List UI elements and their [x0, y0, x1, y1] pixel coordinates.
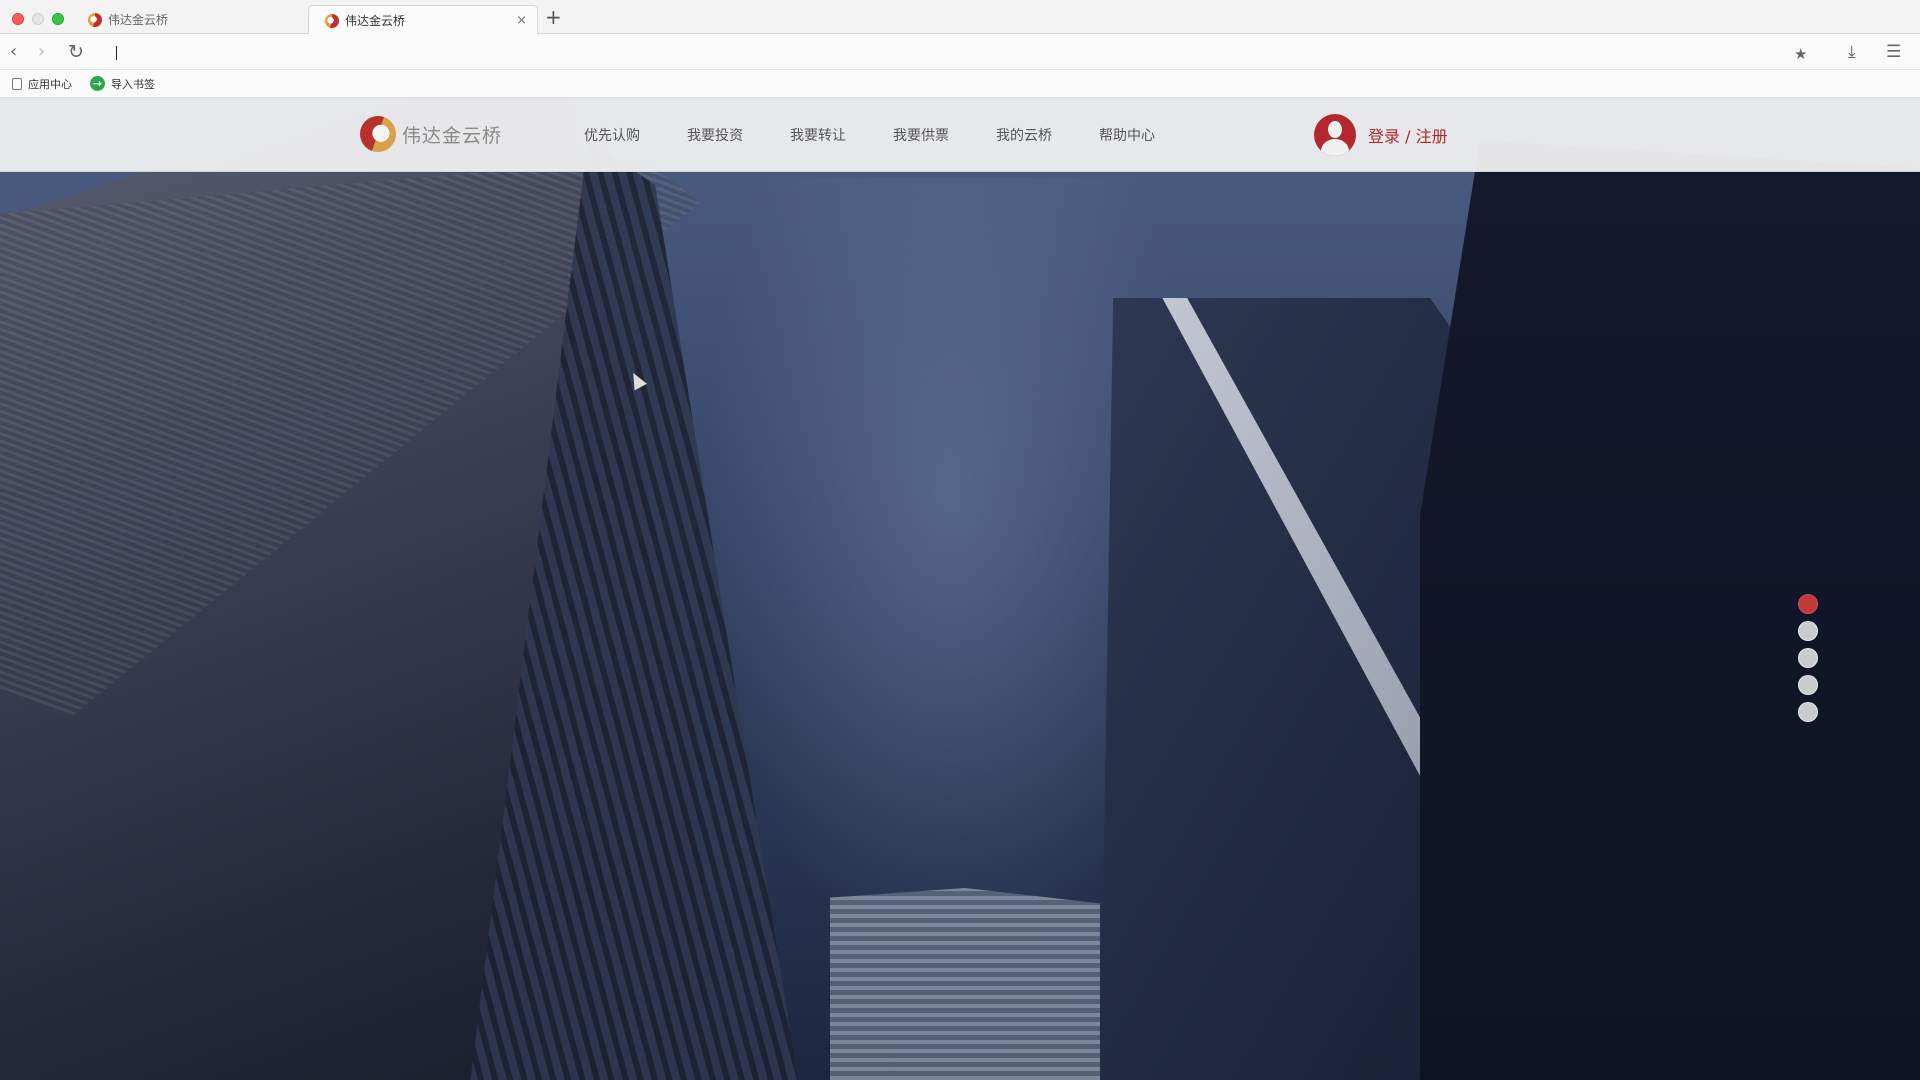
site-favicon-icon: [325, 13, 339, 28]
tab-title: 伟达金云桥: [345, 14, 406, 28]
back-icon[interactable]: ‹: [10, 42, 17, 62]
site-favicon-icon: [88, 12, 102, 27]
nav-item-transfer[interactable]: 我要转让: [790, 125, 846, 145]
carousel-dot[interactable]: [1798, 648, 1818, 668]
user-avatar-icon: [1314, 114, 1356, 156]
window-close-button[interactable]: [12, 13, 24, 25]
bookmark-bar: 应用中心 → 导入书签: [0, 70, 1920, 98]
import-bookmark-icon: →: [90, 76, 105, 91]
bookmark-app-center[interactable]: 应用中心: [12, 76, 72, 92]
browser-tab[interactable]: 伟达金云桥: [72, 5, 307, 34]
hero-banner-image: [0, 98, 1920, 1080]
bookmark-label: 应用中心: [28, 77, 72, 91]
nav-item-priority-subscribe[interactable]: 优先认购: [584, 125, 640, 145]
web-page: 伟达金云桥 优先认购 我要投资 我要转让 我要供票 我的云桥 帮助中心 登录 /…: [0, 98, 1920, 1080]
app-center-icon: [12, 77, 22, 90]
menu-icon[interactable]: ☰: [1886, 42, 1901, 62]
download-icon[interactable]: ⤓: [1848, 42, 1856, 62]
address-input[interactable]: [100, 40, 1760, 64]
reload-icon[interactable]: ↻: [68, 42, 84, 62]
nav-item-invest[interactable]: 我要投资: [687, 125, 743, 145]
login-register-button[interactable]: 登录 / 注册: [1314, 114, 1448, 156]
new-tab-button[interactable]: +: [545, 7, 562, 27]
bookmark-import[interactable]: → 导入书签: [90, 76, 155, 92]
bookmark-star-icon[interactable]: ★: [1794, 44, 1807, 64]
logo-text: 伟达金云桥: [402, 124, 503, 147]
tab-close-icon[interactable]: ×: [516, 13, 527, 28]
carousel-dot[interactable]: [1798, 621, 1818, 641]
window-minimize-button[interactable]: [32, 13, 44, 25]
forward-icon[interactable]: ›: [38, 42, 45, 62]
browser-tab-bar: 伟达金云桥 伟达金云桥 × +: [0, 0, 1920, 35]
nav-item-supply-bills[interactable]: 我要供票: [893, 125, 949, 145]
window-zoom-button[interactable]: [52, 13, 64, 25]
logo-icon: [360, 116, 396, 152]
carousel-dot[interactable]: [1798, 594, 1818, 614]
tab-title: 伟达金云桥: [108, 13, 169, 27]
login-register-label: 登录 / 注册: [1368, 127, 1448, 146]
browser-toolbar: ‹ › ↻ ★ ⤓ ☰: [0, 34, 1920, 70]
nav-item-help-center[interactable]: 帮助中心: [1099, 125, 1155, 145]
site-logo[interactable]: 伟达金云桥: [360, 116, 502, 152]
nav-item-my-yunqiao[interactable]: 我的云桥: [996, 125, 1052, 145]
skyscraper-far-right: [1420, 140, 1920, 1080]
text-caret: [116, 46, 117, 60]
bookmark-label: 导入书签: [111, 77, 155, 91]
carousel-pagination: [1798, 594, 1818, 729]
browser-tab-active[interactable]: 伟达金云桥 ×: [308, 5, 538, 35]
skyscraper-center-distant: [830, 888, 1100, 1080]
site-header: 伟达金云桥 优先认购 我要投资 我要转让 我要供票 我的云桥 帮助中心 登录 /…: [0, 98, 1920, 172]
carousel-dot[interactable]: [1798, 702, 1818, 722]
carousel-dot[interactable]: [1798, 675, 1818, 695]
main-nav: 优先认购 我要投资 我要转让 我要供票 我的云桥 帮助中心: [584, 98, 1202, 172]
